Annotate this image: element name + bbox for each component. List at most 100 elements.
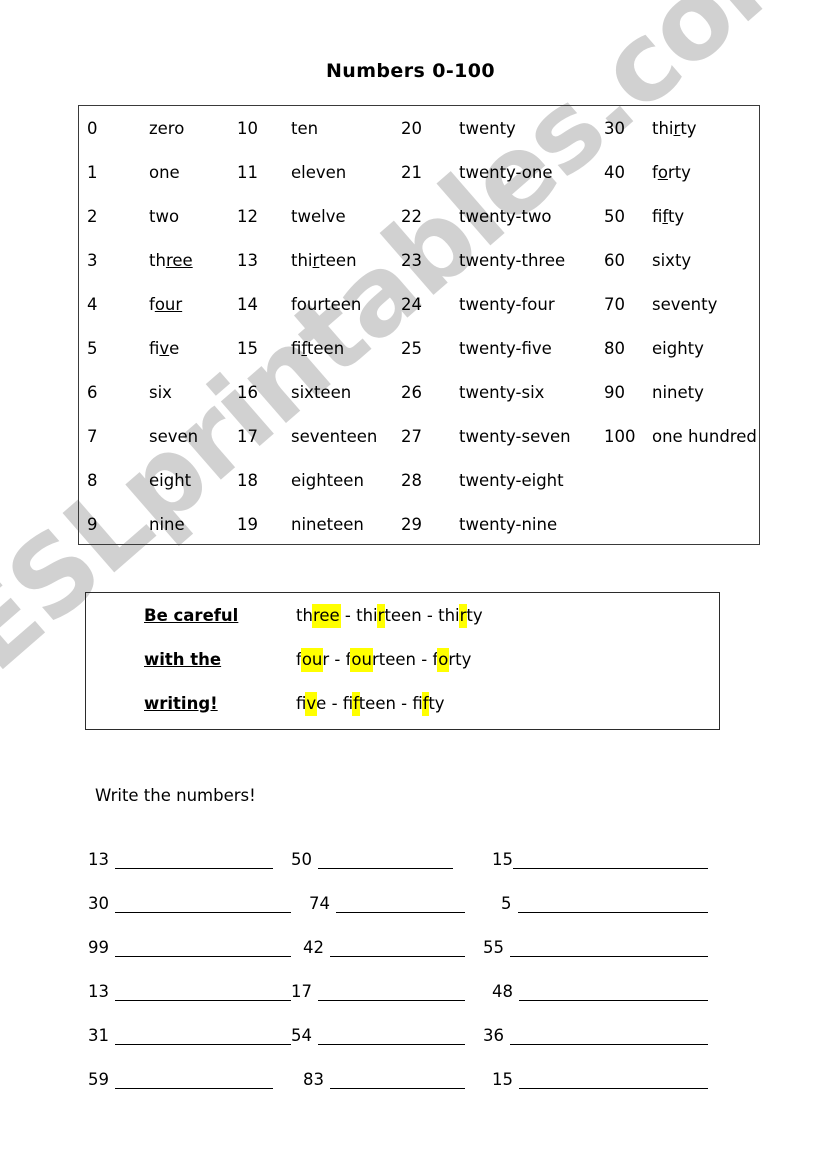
plain-text: teen [319,250,357,270]
exercise-item: 36 [483,1025,708,1049]
plain-text: - thi [339,605,378,625]
number-digit: 21 [401,162,422,182]
answer-blank-line[interactable] [336,912,465,913]
number-word: four [149,295,237,314]
number-word: zero [149,119,237,138]
answer-blank-line[interactable] [510,1044,708,1045]
numbers-row: 1 one 11 eleven 21 twenty-one 40 forty [79,150,759,194]
plain-text: twenty-eight [459,470,564,490]
numbers-row: 4 four 14 fourteen 24 twenty-four 70 seventy [79,282,759,326]
number-word: fourteen [291,295,401,314]
plain-text: fi [296,693,307,713]
number-word: nine [149,515,237,534]
number-word-pair: 22 twenty-two [401,207,604,226]
exercise-item: 13 [88,851,291,873]
plain-text: rty [667,162,691,182]
plain-text: seventy [652,294,718,314]
careful-example-text: five - fifteen - fifty [264,692,445,715]
number-digit: 7 [87,426,98,446]
exercise-row: 99 42 55 [88,916,728,960]
careful-label: Be careful [144,605,239,625]
number-digit: 18 [237,470,258,490]
number-word-pair: 27 twenty-seven [401,427,604,446]
exercise-number: 5 [501,893,512,913]
answer-blank-line[interactable] [513,868,708,869]
numbers-row: 9 nine 19 nineteen 29 twenty-nine [79,502,759,546]
number-word: twelve [291,207,401,226]
number-word: ten [291,119,401,138]
number-word: eighteen [291,471,401,490]
plain-text: zero [149,118,185,138]
plain-text: nineteen [291,514,364,534]
plain-text: twenty-two [459,206,552,226]
numbers-row: 5 five 15 fifteen 25 twenty-five 80 eighty [79,326,759,370]
number-digit: 23 [401,250,422,270]
answer-blank-line[interactable] [115,912,291,913]
careful-row: Be careful three - thirteen - thirty [86,593,719,637]
be-careful-box: Be careful three - thirteen - thirty with … [85,592,720,730]
plain-text: rty [448,649,472,669]
careful-row: writing! five - fifteen - fifty [86,681,719,725]
plain-text: r - f [322,649,352,669]
exercise-item: 59 [88,1071,291,1093]
number-word-pair: 5 five [87,339,237,358]
exercise-item: 42 [291,939,483,961]
answer-blank-line[interactable] [517,912,708,913]
answer-blank-line[interactable] [115,868,273,869]
answer-blank-line[interactable] [318,868,453,869]
exercise-item: 74 [291,895,483,917]
answer-blank-line[interactable] [318,1044,465,1045]
exercise-number: 17 [291,981,312,1001]
answer-blank-line[interactable] [115,1088,273,1089]
plain-text: fi [291,338,302,358]
emphasized-text: ou [351,648,372,671]
exercise-row: 13 50 15 [88,828,728,872]
numbers-row: 0 zero 10 ten 20 twenty 30 thirty [79,106,759,150]
answer-blank-line[interactable] [519,1000,708,1001]
answer-blank-line[interactable] [115,1000,291,1001]
exercise-number: 36 [483,1025,504,1045]
numbers-row: 3 three 13 thirteen 23 twenty-three 60 sixty [79,238,759,282]
number-word: one [149,163,237,182]
exercise-item: 15 [483,849,708,873]
plain-text: seven [149,426,199,446]
number-word: forty [652,163,792,182]
exercise-heading: Write the numbers! [95,786,256,805]
plain-text: eight [149,470,192,490]
number-word-pair: 90 ninety [604,383,792,402]
answer-blank-line[interactable] [519,1088,708,1089]
plain-text: eighty [652,338,704,358]
plain-text: teen [306,338,345,358]
answer-blank-line[interactable] [115,1044,291,1045]
numbers-table: 0 zero 10 ten 20 twenty 30 thirty 1 one 11 eleven 21… [78,105,760,545]
answer-blank-line[interactable] [510,956,708,957]
number-digit: 1 [87,162,98,182]
plain-text: fourteen [291,294,362,314]
number-word: sixteen [291,383,401,402]
exercise-item: 30 [88,895,291,917]
exercise-row: 13 17 48 [88,960,728,1004]
number-digit: 16 [237,382,258,402]
exercise-number: 54 [291,1025,312,1045]
number-word: twenty-seven [459,427,604,446]
number-word-pair: 17 seventeen [237,427,401,446]
exercise-item: 13 [88,983,291,1005]
number-word: one hundred [652,427,792,446]
plain-text: rteen - f [371,649,439,669]
answer-blank-line[interactable] [115,956,291,957]
answer-blank-line[interactable] [330,956,465,957]
plain-text: ten [291,118,319,138]
number-digit: 100 [604,426,636,446]
number-word: twenty-five [459,339,604,358]
number-digit: 12 [237,206,258,226]
exercise-number: 83 [303,1069,324,1089]
numbers-row: 8 eight 18 eighteen 28 twenty-eight [79,458,759,502]
number-word-pair: 60 sixty [604,251,792,270]
number-word-pair: 14 fourteen [237,295,401,314]
answer-blank-line[interactable] [318,1000,465,1001]
exercise-number: 15 [492,849,513,869]
number-digit: 17 [237,426,258,446]
answer-blank-line[interactable] [330,1088,465,1089]
number-word: seven [149,427,237,446]
number-word-pair: 70 seventy [604,295,792,314]
